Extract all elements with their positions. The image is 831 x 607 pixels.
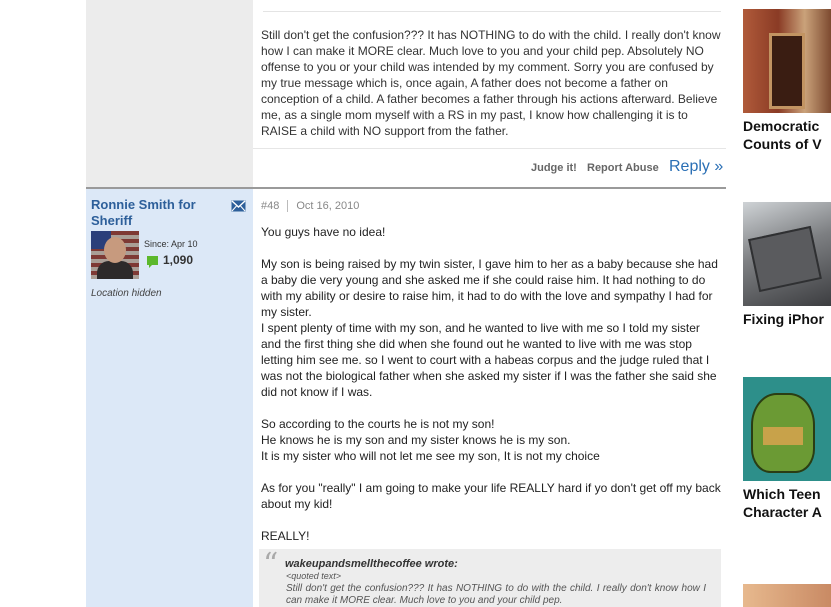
sidebar-item-caption[interactable]: Fixing iPhor	[743, 310, 831, 328]
previous-post-user-panel	[86, 0, 253, 187]
post: #48 Oct 16, 2010 You guys have no idea! M…	[253, 189, 726, 607]
ninja-turtle-image[interactable]	[743, 377, 831, 481]
member-since: Since: Apr 10	[144, 239, 198, 249]
capitol-building-image[interactable]	[743, 9, 831, 113]
post-paragraph: My son is being raised by my twin sister…	[261, 257, 718, 399]
sidebar-item-caption[interactable]: Democratic Counts of V	[743, 117, 831, 153]
previous-post-body: Still don't get the confusion??? It has …	[261, 28, 721, 138]
post-meta: #48 Oct 16, 2010	[261, 200, 360, 213]
quote-icon: “	[263, 547, 279, 582]
avatar-face	[104, 237, 126, 263]
post-body: You guys have no idea! My son is being r…	[261, 224, 723, 560]
portrait-image[interactable]	[743, 584, 831, 607]
quote-label: <quoted text>	[286, 571, 342, 581]
turtle-belt-shape	[763, 427, 803, 445]
avatar[interactable]	[91, 231, 139, 279]
comment-thread: Still don't get the confusion??? It has …	[86, 0, 726, 607]
reputation-count: 1,090	[163, 253, 194, 267]
post-paragraph: So according to the courts he is not my …	[261, 417, 600, 463]
reputation-icon	[147, 256, 158, 268]
username-link[interactable]: Ronnie Smith for Sheriff	[91, 197, 226, 229]
post-paragraph: As for you "really" I am going to make y…	[261, 481, 721, 511]
sidebar-item-caption[interactable]: Which Teen Character A	[743, 485, 831, 521]
phone-repair-image[interactable]	[743, 202, 831, 306]
meta-separator	[287, 200, 289, 213]
doorway-shape	[769, 33, 805, 109]
quote-author: wakeupandsmellthecoffee wrote:	[285, 558, 458, 570]
quoted-post: “ wakeupandsmellthecoffee wrote: <quoted…	[259, 549, 721, 607]
related-sidebar: Democratic Counts of V Fixing iPhor Whic…	[743, 0, 831, 607]
user-panel: Ronnie Smith for Sheriff Since: Apr 10 1…	[86, 189, 253, 607]
user-location: Location hidden	[91, 288, 162, 299]
judge-it-link[interactable]: Judge it!	[531, 162, 577, 174]
left-gutter	[0, 0, 86, 607]
device-part-shape	[748, 225, 822, 293]
previous-post: Still don't get the confusion??? It has …	[253, 0, 726, 187]
actions-divider	[253, 148, 726, 149]
reply-link[interactable]: Reply »	[669, 158, 723, 176]
avatar-body	[97, 261, 133, 279]
quote-text: Still don't get the confusion??? It has …	[286, 583, 706, 606]
post-number[interactable]: #48	[261, 200, 279, 212]
post-paragraph: You guys have no idea!	[261, 225, 386, 239]
post-paragraph: REALLY!	[261, 529, 310, 543]
previous-post-top-rule	[263, 0, 721, 12]
report-abuse-link[interactable]: Report Abuse	[587, 162, 659, 174]
post-date: Oct 16, 2010	[296, 200, 360, 212]
mail-icon[interactable]	[231, 200, 246, 212]
